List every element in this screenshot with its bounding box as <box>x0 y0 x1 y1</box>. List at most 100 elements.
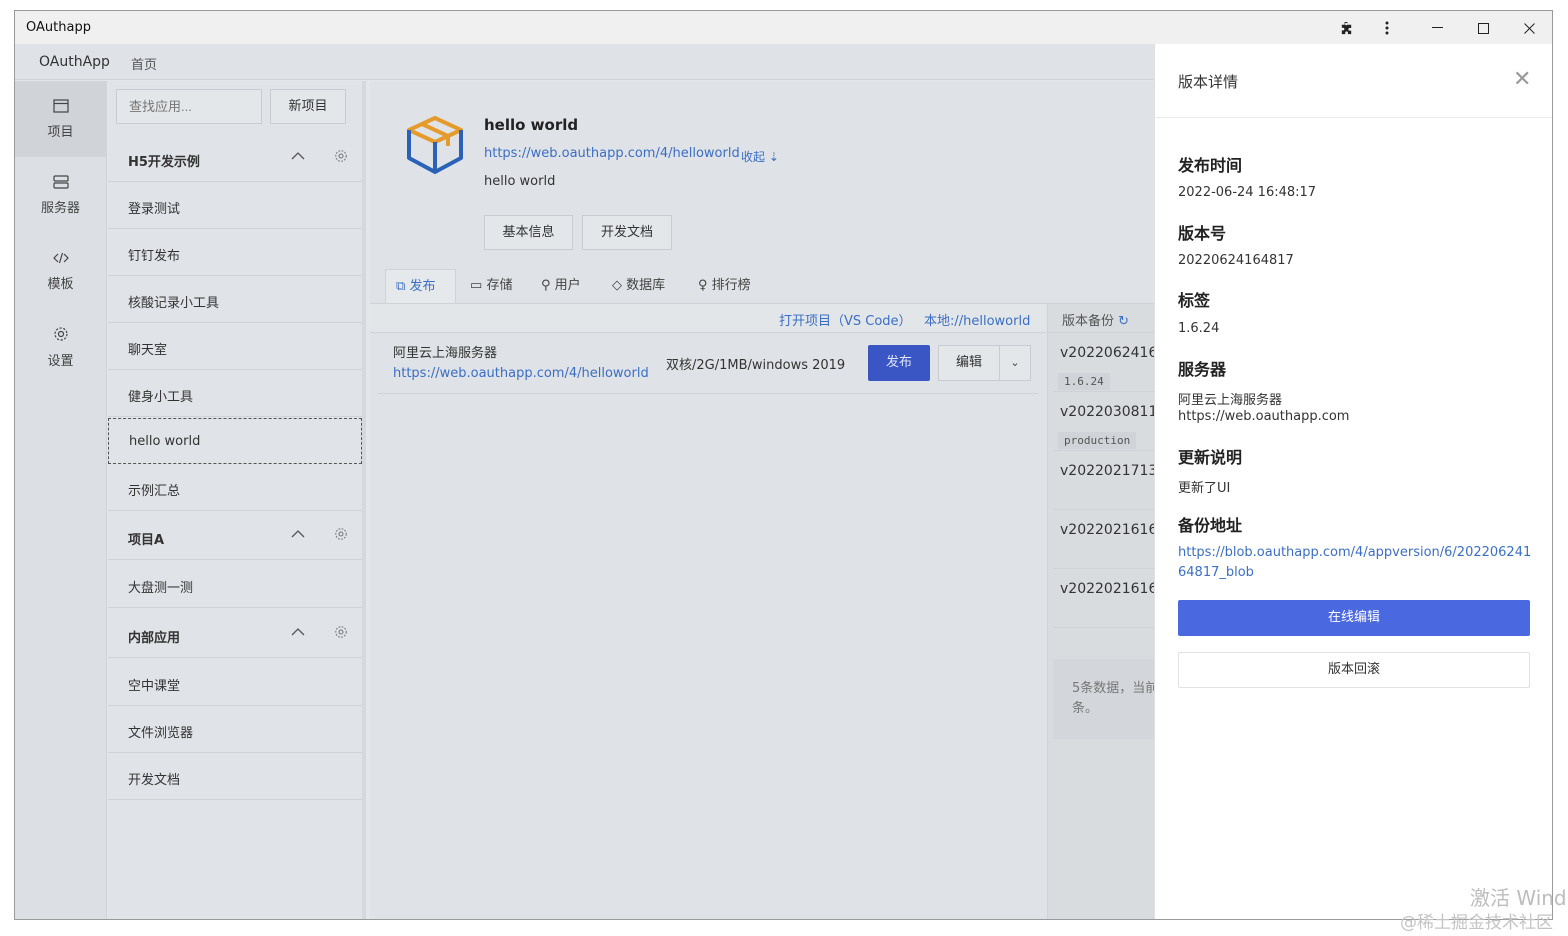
project-item[interactable]: 示例汇总 <box>108 465 362 511</box>
tab-label: 存储 <box>486 278 513 293</box>
search-input[interactable] <box>116 89 262 124</box>
puzzle-icon[interactable] <box>1333 16 1359 40</box>
version-item[interactable]: v20220308115 production <box>1053 393 1155 451</box>
group-header-h5[interactable]: H5开发示例 <box>108 136 362 182</box>
refresh-icon[interactable]: ↻ <box>1118 314 1129 329</box>
tab-label: 发布 <box>409 279 436 294</box>
maximize-icon[interactable] <box>1470 16 1496 40</box>
rail-label-servers: 服务器 <box>40 201 80 216</box>
close-icon[interactable] <box>1516 16 1542 40</box>
group-header-project-a[interactable]: 项目A <box>108 514 362 560</box>
site-watermark: @稀土掘金技术社区 <box>1400 913 1553 933</box>
tab-database[interactable]: ◇ 数据库 <box>602 269 675 304</box>
tag-value: 1.6.24 <box>1178 321 1220 336</box>
version-item[interactable]: v20220624164817 1.6.24 <box>1053 334 1155 392</box>
publish-button[interactable]: 发布 <box>868 345 930 381</box>
version-name: v20220216160 <box>1060 581 1155 597</box>
app-window: OAuthapp OAuthApp 首页 项目 服务器 模板 设置 查找应用..… <box>14 10 1553 920</box>
collapse-label: 收起 <box>741 150 766 164</box>
new-project-button[interactable]: 新项目 <box>270 89 346 124</box>
chevron-down-icon[interactable]: ⌄ <box>999 345 1031 381</box>
open-vscode-link[interactable]: 打开项目（VS Code） <box>779 310 912 329</box>
version-number-label: 版本号 <box>1178 224 1227 243</box>
app-title: hello world <box>484 116 579 134</box>
group-header-internal[interactable]: 内部应用 <box>108 612 362 658</box>
version-item[interactable]: v20220217135 <box>1053 452 1155 510</box>
project-item[interactable]: 钉钉发布 <box>108 230 362 276</box>
version-list: 版本备份 ↻ v20220624164817 1.6.24 v202203081… <box>1047 304 1155 919</box>
tab-bar: ⧉ 发布 ▭ 存储 ⚲ 用户 ◇ 数据库 ♀ 排行榜 <box>385 269 1045 305</box>
pagination-line: 条。 <box>1072 701 1099 716</box>
minimize-icon[interactable] <box>1424 16 1450 40</box>
project-item[interactable]: 开发文档 <box>108 754 362 800</box>
server-spec: 双核/2G/1MB/windows 2019 <box>666 358 846 373</box>
group-name: 项目A <box>128 533 165 548</box>
server-url-link[interactable]: https://web.oauthapp.com/4/helloworld <box>393 366 649 381</box>
tab-users[interactable]: ⚲ 用户 <box>531 269 591 304</box>
app-brand[interactable]: OAuthApp <box>39 54 110 70</box>
version-name: v20220217135 <box>1060 463 1155 479</box>
rollback-button[interactable]: 版本回滚 <box>1178 652 1530 688</box>
home-link[interactable]: 首页 <box>131 54 157 73</box>
chevron-up-icon[interactable] <box>291 624 305 640</box>
version-tag: production <box>1058 432 1137 449</box>
version-item[interactable]: v20220216165 <box>1053 511 1155 569</box>
project-item[interactable]: 大盘测一测 <box>108 562 362 608</box>
tag-label: 标签 <box>1178 291 1211 310</box>
rail-item-projects[interactable]: 项目 <box>15 81 106 157</box>
app-url-link[interactable]: https://web.oauthapp.com/4/helloworld <box>484 146 740 161</box>
bulb-icon: ♀ <box>698 278 708 293</box>
publish-time-label: 发布时间 <box>1178 156 1243 175</box>
gear-icon[interactable] <box>334 149 348 167</box>
title-bar: OAuthapp <box>15 11 1552 44</box>
pagination-info: 5条数据，当前 条。 <box>1053 659 1155 739</box>
backup-url-link[interactable]: https://blob.oauthapp.com/4/appversion/6… <box>1178 543 1533 583</box>
gear-icon[interactable] <box>334 527 348 545</box>
tab-label: 数据库 <box>626 278 666 293</box>
rail-item-servers[interactable]: 服务器 <box>15 157 106 233</box>
project-actions-bar: 打开项目（VS Code） 本地://helloworld <box>370 304 1046 333</box>
rail-label-settings: 设置 <box>47 353 74 369</box>
gear-icon[interactable] <box>334 625 348 643</box>
project-list-panel: 新项目 H5开发示例 登录测试 钉钉发布 核酸记录小工具 聊天室 健身小工具 h… <box>108 81 366 919</box>
tab-leaderboard[interactable]: ♀ 排行榜 <box>688 269 761 304</box>
version-item[interactable]: v20220216160 <box>1053 570 1155 628</box>
group-name: 内部应用 <box>128 631 181 646</box>
more-vert-icon[interactable] <box>1374 16 1400 40</box>
server-label: 服务器 <box>1178 360 1227 379</box>
server-icon <box>52 174 69 193</box>
close-icon[interactable]: ✕ <box>1513 67 1531 92</box>
project-detail: hello world https://web.oauthapp.com/4/h… <box>370 81 1155 919</box>
collapse-link[interactable]: 收起 ⇣ <box>741 148 779 165</box>
project-item[interactable]: 登录测试 <box>108 183 362 229</box>
rail-label-projects: 项目 <box>47 125 74 140</box>
chevron-up-icon[interactable] <box>291 526 305 542</box>
group-name: H5开发示例 <box>128 155 200 170</box>
tab-publish[interactable]: ⧉ 发布 <box>385 269 456 304</box>
project-item[interactable]: 空中课堂 <box>108 660 362 706</box>
server-name-value: 阿里云上海服务器 <box>1178 393 1283 408</box>
rail-item-templates[interactable]: 模板 <box>15 233 106 309</box>
project-item[interactable]: 聊天室 <box>108 324 362 370</box>
version-name: v20220624164817 <box>1060 345 1155 361</box>
rail-label-templates: 模板 <box>47 277 74 292</box>
online-edit-button[interactable]: 在线编辑 <box>1178 600 1530 636</box>
local-path-link[interactable]: 本地://helloworld <box>924 310 1030 329</box>
project-item-selected[interactable]: hello world <box>108 418 362 464</box>
version-tag: 1.6.24 <box>1058 373 1110 390</box>
version-number-value: 20220624164817 <box>1178 253 1294 268</box>
project-item[interactable]: 核酸记录小工具 <box>108 277 362 323</box>
cube-icon: ◇ <box>612 278 622 293</box>
nav-rail: 项目 服务器 模板 设置 <box>15 81 107 919</box>
publish-time-value: 2022-06-24 16:48:17 <box>1178 185 1317 200</box>
project-item[interactable]: 健身小工具 <box>108 371 362 417</box>
version-list-header: 版本备份 ↻ <box>1048 304 1155 333</box>
edit-button[interactable]: 编辑 <box>938 345 1000 381</box>
tab-storage[interactable]: ▭ 存储 <box>460 269 522 304</box>
project-item[interactable]: 文件浏览器 <box>108 707 362 753</box>
box-app-icon <box>407 116 463 174</box>
dev-docs-button[interactable]: 开发文档 <box>582 215 672 250</box>
chevron-up-icon[interactable] <box>291 148 305 164</box>
basic-info-button[interactable]: 基本信息 <box>484 215 573 250</box>
rail-item-settings[interactable]: 设置 <box>15 309 106 385</box>
